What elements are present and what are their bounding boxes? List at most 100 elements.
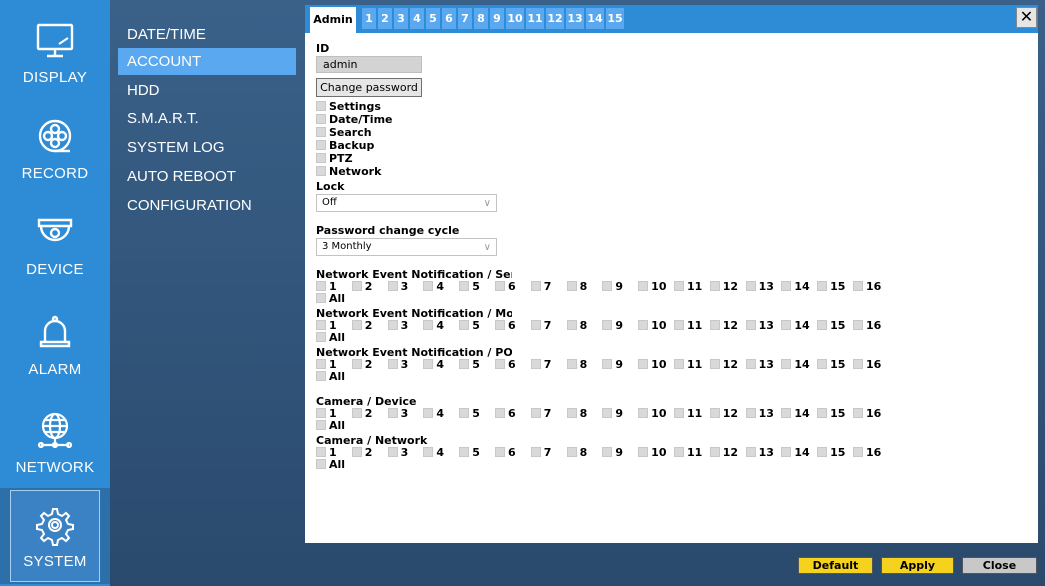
channel-checkbox-camera-network-4[interactable]: 4 xyxy=(423,447,459,459)
channel-checkbox-pos-9[interactable]: 9 xyxy=(602,359,638,371)
tab-user-14[interactable]: 14 xyxy=(586,8,604,29)
channel-checkbox-sensor-8[interactable]: 8 xyxy=(566,281,603,293)
channel-checkbox-sensor-3[interactable]: 3 xyxy=(387,281,424,293)
submenu-item-account[interactable]: ACCOUNT xyxy=(118,48,296,75)
channel-checkbox-camera-network-3[interactable]: 3 xyxy=(387,447,424,459)
checkbox[interactable] xyxy=(602,320,613,330)
checkbox[interactable] xyxy=(316,166,326,176)
submenu-item-hdd[interactable]: HDD xyxy=(118,77,296,104)
default-button[interactable]: Default xyxy=(798,557,873,574)
tab-user-12[interactable]: 12 xyxy=(546,8,564,29)
checkbox[interactable] xyxy=(494,447,505,457)
channel-checkbox-pos-13[interactable]: 13 xyxy=(745,359,782,371)
rail-item-system[interactable]: SYSTEM xyxy=(0,488,110,584)
tab-admin[interactable]: Admin xyxy=(310,7,356,33)
channel-checkbox-camera-device-9[interactable]: 9 xyxy=(602,408,638,420)
checkbox[interactable] xyxy=(316,371,326,381)
checkbox[interactable] xyxy=(781,447,792,457)
rail-item-record[interactable]: RECORD xyxy=(0,100,110,196)
checkbox[interactable] xyxy=(351,359,362,369)
rail-item-network[interactable]: NETWORK xyxy=(0,394,110,490)
channel-checkbox-pos-16[interactable]: 16 xyxy=(852,359,889,371)
checkbox[interactable] xyxy=(316,281,326,291)
checkbox[interactable] xyxy=(423,447,434,457)
permission-network[interactable]: Network xyxy=(316,166,381,177)
channel-checkbox-motion-4[interactable]: 4 xyxy=(423,320,459,332)
channel-checkbox-motion-16[interactable]: 16 xyxy=(852,320,889,332)
checkbox[interactable] xyxy=(316,114,326,124)
all-checkbox-pos[interactable]: All xyxy=(316,371,345,383)
permission-backup[interactable]: Backup xyxy=(316,140,374,151)
channel-checkbox-camera-device-16[interactable]: 16 xyxy=(852,408,889,420)
checkbox[interactable] xyxy=(709,281,720,291)
all-checkbox-sensor[interactable]: All xyxy=(316,293,345,305)
channel-checkbox-sensor-15[interactable]: 15 xyxy=(817,281,853,293)
channel-checkbox-camera-device-3[interactable]: 3 xyxy=(387,408,424,420)
checkbox[interactable] xyxy=(745,320,756,330)
tab-user-8[interactable]: 8 xyxy=(474,8,488,29)
checkbox[interactable] xyxy=(494,320,505,330)
checkbox[interactable] xyxy=(316,447,326,457)
channel-checkbox-pos-12[interactable]: 12 xyxy=(709,359,746,371)
channel-checkbox-sensor-16[interactable]: 16 xyxy=(852,281,889,293)
checkbox[interactable] xyxy=(530,320,541,330)
channel-checkbox-motion-5[interactable]: 5 xyxy=(459,320,495,332)
checkbox[interactable] xyxy=(316,127,326,137)
channel-checkbox-camera-device-14[interactable]: 14 xyxy=(781,408,817,420)
checkbox[interactable] xyxy=(316,320,326,330)
channel-checkbox-pos-10[interactable]: 10 xyxy=(638,359,674,371)
checkbox[interactable] xyxy=(602,281,613,291)
checkbox[interactable] xyxy=(423,281,434,291)
channel-checkbox-camera-device-13[interactable]: 13 xyxy=(745,408,782,420)
checkbox[interactable] xyxy=(387,281,398,291)
checkbox[interactable] xyxy=(566,359,577,369)
checkbox[interactable] xyxy=(387,320,398,330)
channel-checkbox-pos-11[interactable]: 11 xyxy=(673,359,710,371)
close-icon[interactable]: ✕ xyxy=(1016,7,1037,28)
channel-checkbox-motion-13[interactable]: 13 xyxy=(745,320,782,332)
tab-user-1[interactable]: 1 xyxy=(362,8,376,29)
channel-checkbox-camera-network-15[interactable]: 15 xyxy=(817,447,853,459)
tab-user-10[interactable]: 10 xyxy=(506,8,524,29)
permission-ptz[interactable]: PTZ xyxy=(316,153,353,164)
checkbox[interactable] xyxy=(316,153,326,163)
checkbox[interactable] xyxy=(423,320,434,330)
checkbox[interactable] xyxy=(566,281,577,291)
checkbox[interactable] xyxy=(602,359,613,369)
tab-user-2[interactable]: 2 xyxy=(378,8,392,29)
tab-user-15[interactable]: 15 xyxy=(606,8,624,29)
checkbox[interactable] xyxy=(781,408,792,418)
channel-checkbox-motion-2[interactable]: 2 xyxy=(351,320,388,332)
channel-checkbox-camera-device-7[interactable]: 7 xyxy=(530,408,567,420)
rail-item-device[interactable]: DEVICE xyxy=(0,196,110,292)
all-checkbox-camera-network[interactable]: All xyxy=(316,459,345,471)
submenu-item-auto-reboot[interactable]: AUTO REBOOT xyxy=(118,163,296,190)
checkbox[interactable] xyxy=(602,408,613,418)
channel-checkbox-camera-device-15[interactable]: 15 xyxy=(817,408,853,420)
channel-checkbox-sensor-5[interactable]: 5 xyxy=(459,281,495,293)
checkbox[interactable] xyxy=(781,359,792,369)
checkbox[interactable] xyxy=(530,281,541,291)
tab-user-3[interactable]: 3 xyxy=(394,8,408,29)
checkbox[interactable] xyxy=(459,408,470,418)
channel-checkbox-sensor-11[interactable]: 11 xyxy=(673,281,710,293)
checkbox[interactable] xyxy=(709,320,720,330)
checkbox[interactable] xyxy=(781,281,792,291)
tab-user-7[interactable]: 7 xyxy=(458,8,472,29)
channel-checkbox-motion-11[interactable]: 11 xyxy=(673,320,710,332)
channel-checkbox-camera-device-10[interactable]: 10 xyxy=(638,408,674,420)
all-checkbox-motion[interactable]: All xyxy=(316,332,345,344)
checkbox[interactable] xyxy=(638,359,649,369)
channel-checkbox-pos-2[interactable]: 2 xyxy=(351,359,388,371)
checkbox[interactable] xyxy=(387,447,398,457)
checkbox[interactable] xyxy=(673,447,684,457)
change-password-button[interactable]: Change password xyxy=(316,78,422,97)
channel-checkbox-pos-5[interactable]: 5 xyxy=(459,359,495,371)
channel-checkbox-motion-7[interactable]: 7 xyxy=(530,320,567,332)
channel-checkbox-pos-15[interactable]: 15 xyxy=(817,359,853,371)
checkbox[interactable] xyxy=(459,281,470,291)
checkbox[interactable] xyxy=(351,408,362,418)
checkbox[interactable] xyxy=(781,320,792,330)
channel-checkbox-camera-network-2[interactable]: 2 xyxy=(351,447,388,459)
checkbox[interactable] xyxy=(817,281,828,291)
